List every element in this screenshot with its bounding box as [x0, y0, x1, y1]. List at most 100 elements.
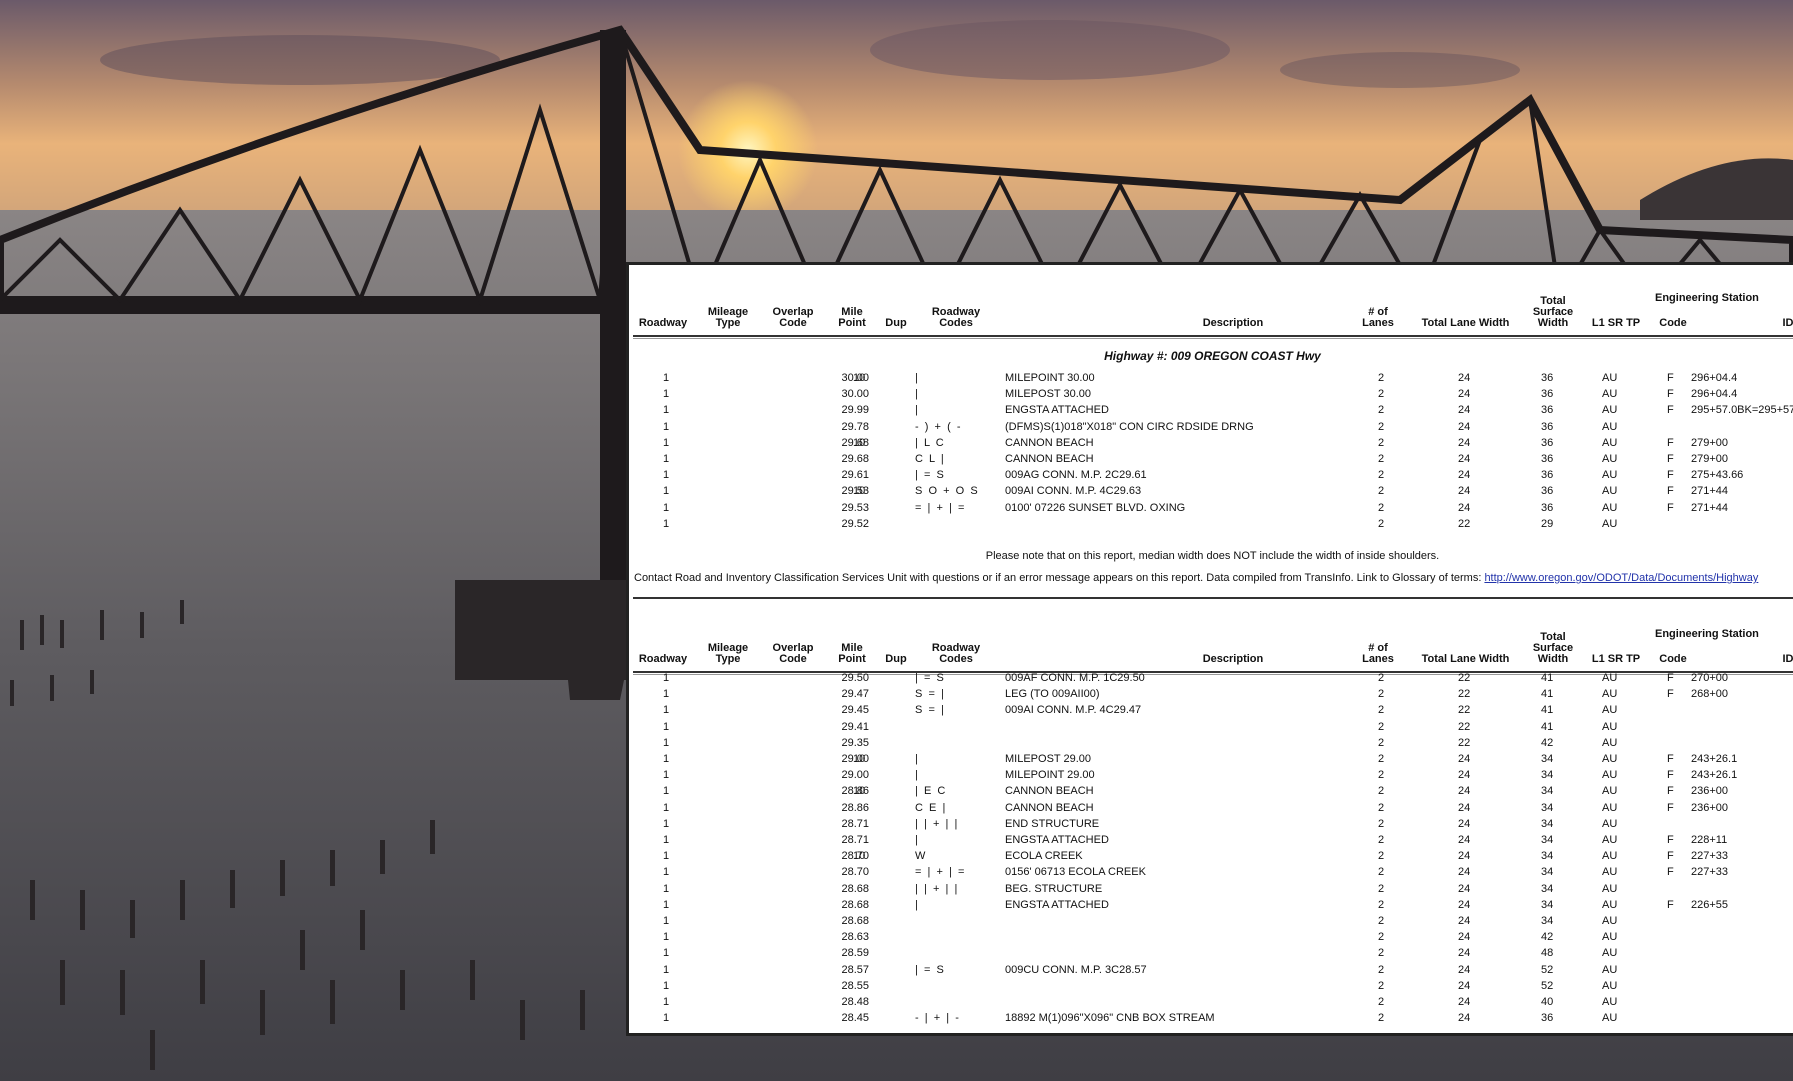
- cell-rw: 1: [662, 882, 670, 895]
- cell-rw: 1: [662, 453, 670, 465]
- glossary-link[interactable]: http://www.oregon.gov/ODOT/Data/Document…: [1484, 572, 1758, 584]
- col-engineering-station: Engineering Station: [1655, 292, 1759, 304]
- cell-tlw: 24: [1458, 453, 1471, 465]
- col-mileage-type: Mileage Type: [707, 306, 749, 329]
- cell-tlw: 24: [1458, 753, 1471, 765]
- cell-desc: 009AF CONN. M.P. 1C29.50: [1005, 672, 1145, 684]
- cell-ec: F: [1667, 485, 1674, 498]
- cell-dup: 10: [853, 785, 866, 798]
- col-total-surface-width: Total Surface Width: [1532, 631, 1574, 665]
- highway-title: Highway #: 009 OREGON COAST Hwy: [1104, 349, 1321, 363]
- cell-tlw: 24: [1458, 501, 1471, 514]
- cell-rw: 1: [662, 404, 670, 417]
- cell-tsw: 52: [1541, 963, 1554, 976]
- cell-sta: 295+57.0BK=295+57: [1691, 404, 1793, 417]
- cell-tlw: 24: [1458, 817, 1471, 830]
- cell-tsw: 36: [1541, 372, 1554, 384]
- cell-tsw: 36: [1541, 436, 1554, 449]
- cell-lanes: 2: [1378, 501, 1385, 514]
- cell-lanes: 2: [1378, 850, 1385, 863]
- cell-desc: ENGSTA ATTACHED: [1005, 898, 1109, 911]
- cell-desc: (DFMS)S(1)018"X018" CON CIRC RDSIDE DRNG: [1005, 420, 1254, 433]
- col-lanes: # of Lanes: [1362, 642, 1394, 665]
- cell-dup: 10: [853, 753, 866, 765]
- cell-rw: 1: [662, 688, 670, 701]
- cell-tlw: 24: [1458, 963, 1471, 976]
- contact-text: Contact Road and Inventory Classificatio…: [634, 572, 1485, 584]
- cell-tlw: 24: [1458, 372, 1471, 384]
- cell-tsw: 41: [1541, 672, 1554, 684]
- cell-ec: F: [1667, 753, 1674, 765]
- table-row: 1 29.68 10 | L C CANNON BEACH 2 24 36 AU F 279+00: [633, 435, 1793, 451]
- col-mile-point: Mile Point: [838, 642, 866, 665]
- table-row: 1 28.63 2 24 42 AU: [633, 929, 1793, 945]
- cell-dup: 10: [853, 485, 866, 498]
- cell-sta: 275+43.66: [1691, 469, 1744, 482]
- cell-mp: 29.00: [841, 769, 869, 782]
- col-mileage-type: Mileage Type: [707, 642, 749, 665]
- cell-desc: END STRUCTURE: [1005, 817, 1100, 830]
- cell-sta: 243+26.1: [1691, 769, 1738, 782]
- cell-tlw: 24: [1458, 850, 1471, 863]
- cell-rw: 1: [662, 979, 670, 992]
- cell-lanes: 2: [1378, 1012, 1385, 1025]
- cell-tlw: 24: [1458, 834, 1471, 846]
- cell-ec: F: [1667, 404, 1674, 417]
- cell-l1: AU: [1602, 372, 1618, 384]
- table-row: 1 30.00 10 | MILEPOINT 30.00 2 24 36 AU F 296+04.4: [633, 370, 1793, 386]
- col-total-lane-width: Total Lane Width: [1421, 317, 1510, 329]
- cell-ec: F: [1667, 672, 1674, 684]
- cell-tlw: 24: [1458, 866, 1471, 879]
- table-row: 1 28.86 C E | CANNON BEACH 2 24 34 AU F 236+00: [633, 800, 1793, 816]
- cell-ec: F: [1667, 436, 1674, 449]
- cell-lanes: 2: [1378, 785, 1385, 798]
- cell-ec: F: [1667, 453, 1674, 465]
- table-row: 1 28.55 2 24 52 AU: [633, 978, 1793, 994]
- cell-codes: - | + | -: [915, 1012, 959, 1025]
- cell-dup: 10: [853, 850, 866, 863]
- cell-sta: 227+33: [1691, 850, 1729, 863]
- table-header-1: Roadway Mileage Type Overlap Code Mile Poin…: [633, 275, 1793, 339]
- cell-l1: AU: [1602, 704, 1618, 717]
- cell-dup: 10: [853, 372, 866, 384]
- table-row: 1 29.68 C L | CANNON BEACH 2 24 36 AU F 279+00: [633, 451, 1793, 467]
- table-row: 1 29.53 = | + | = 0100' 07226 SUNSET BLVD. …: [633, 500, 1793, 516]
- cell-rw: 1: [662, 947, 670, 960]
- table-row: 1 29.41 2 22 41 AU: [633, 719, 1793, 735]
- col-id: ID: [1782, 653, 1793, 665]
- cell-lanes: 2: [1378, 704, 1385, 717]
- cell-l1: AU: [1602, 672, 1618, 684]
- cell-mp: 29.99: [841, 404, 869, 417]
- cell-rw: 1: [662, 898, 670, 911]
- cell-sta: 279+00: [1691, 436, 1729, 449]
- cell-mp: 28.45: [841, 1012, 869, 1025]
- cell-rw: 1: [662, 850, 670, 863]
- cell-l1: AU: [1602, 436, 1618, 449]
- cell-rw: 1: [662, 704, 670, 717]
- cell-desc: CANNON BEACH: [1005, 436, 1094, 449]
- cell-rw: 1: [662, 785, 670, 798]
- cell-mp: 28.48: [841, 996, 869, 1008]
- cell-l1: AU: [1602, 915, 1618, 927]
- cell-mp: 28.55: [841, 979, 869, 992]
- cell-codes: |: [915, 834, 918, 846]
- col-id: ID: [1782, 317, 1793, 329]
- cell-mp: 28.68: [841, 898, 869, 911]
- contact-info: Contact Road and Inventory Classificatio…: [634, 572, 1758, 584]
- cell-tlw: 22: [1458, 720, 1471, 733]
- cell-l1: AU: [1602, 501, 1618, 514]
- cell-tlw: 24: [1458, 996, 1471, 1008]
- cell-mp: 29.50: [841, 672, 869, 684]
- table-row: 1 29.53 10 S O + O S 009AI CONN. M.P. 4C29.6…: [633, 483, 1793, 499]
- col-roadway-codes: Roadway Codes: [931, 306, 981, 329]
- table-row: 1 28.70 = | + | = 0156' 06713 ECOLA CREEK 2 2…: [633, 864, 1793, 880]
- table-row: 1 28.59 2 24 48 AU: [633, 945, 1793, 961]
- cell-sta: 296+04.4: [1691, 372, 1738, 384]
- cell-codes: |: [915, 388, 918, 401]
- cell-tlw: 24: [1458, 898, 1471, 911]
- cell-l1: AU: [1602, 404, 1618, 417]
- col-overlap-code: Overlap Code: [772, 306, 814, 329]
- cell-ec: F: [1667, 850, 1674, 863]
- cell-codes: W: [915, 850, 926, 863]
- col-engineering-station: Engineering Station: [1655, 628, 1759, 640]
